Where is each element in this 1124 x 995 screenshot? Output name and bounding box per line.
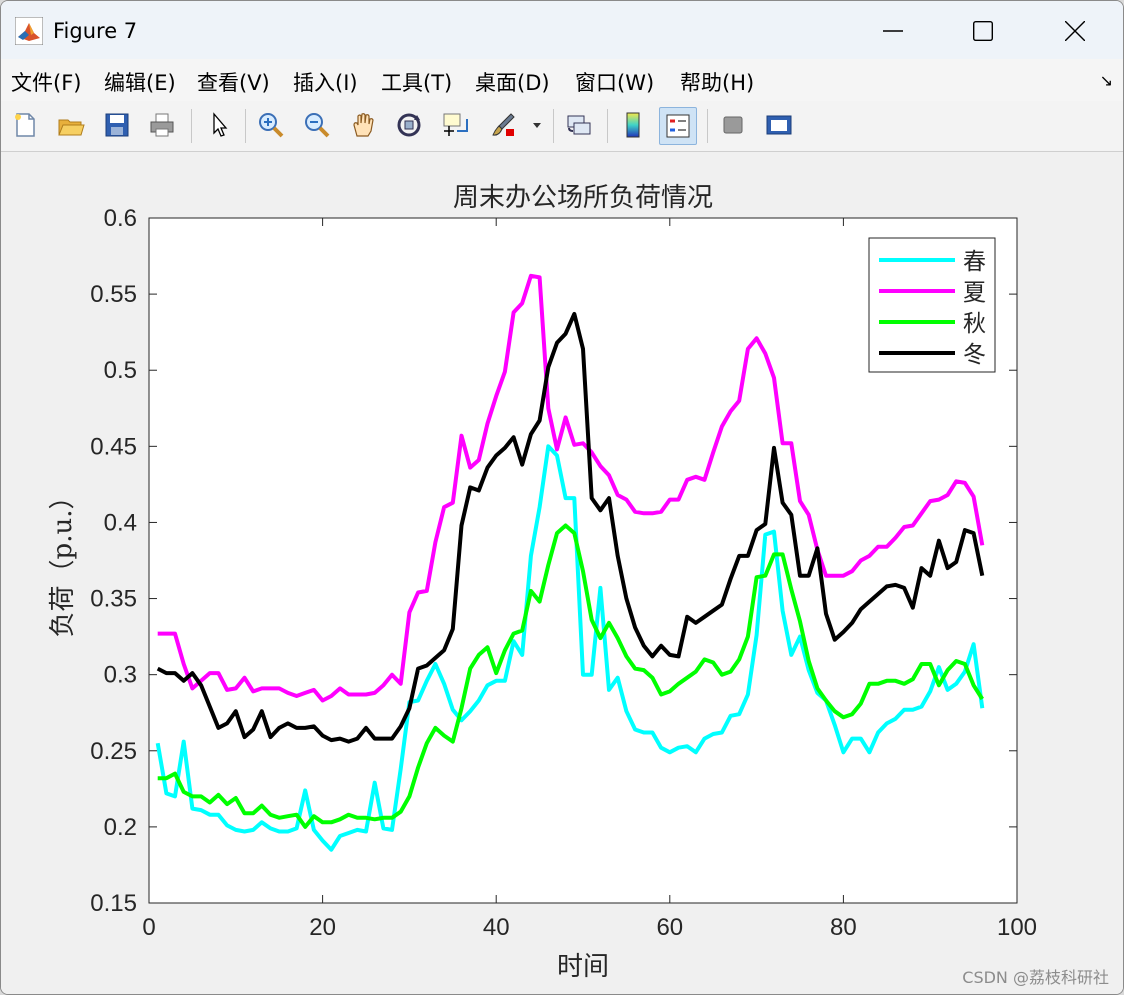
minimize-button[interactable] [873, 13, 913, 49]
chart-title: 周末办公场所负荷情况 [453, 183, 713, 213]
x-tick-label: 20 [309, 914, 336, 941]
title-bar: Figure 7 [1, 1, 1123, 59]
line-chart[interactable]: 0 20 40 60 80 100 0.15 0.2 0.25 0.3 0.35 0.4 0.45 0.5… [1, 152, 1123, 994]
zoom-out-icon[interactable] [299, 107, 335, 143]
menu-insert[interactable]: 插入(I) [293, 67, 358, 97]
hide-plot-tools-icon[interactable] [715, 107, 751, 143]
menu-bar: 文件(F) 编辑(E) 查看(V) 插入(I) 工具(T) 桌面(D) 窗口(W… [1, 59, 1123, 102]
data-cursor-icon[interactable] [437, 107, 473, 143]
figure-window: Figure 7 文件(F) 编辑(E) 查看(V) 插入(I) 工具(T) 桌… [0, 0, 1124, 995]
y-tick-label: 0.55 [90, 281, 137, 308]
menu-edit[interactable]: 编辑(E) [104, 67, 176, 97]
x-tick-label: 0 [142, 914, 155, 941]
legend-icon[interactable] [659, 107, 697, 145]
y-tick-label: 0.3 [104, 662, 137, 689]
x-tick-label: 40 [483, 914, 510, 941]
menu-help[interactable]: 帮助(H) [680, 67, 754, 97]
save-icon[interactable] [99, 107, 135, 143]
legend-label-4: 冬 [963, 342, 986, 368]
colorbar-icon[interactable] [615, 107, 651, 143]
y-tick-label: 0.15 [90, 890, 137, 917]
figure-canvas: 0 20 40 60 80 100 0.15 0.2 0.25 0.3 0.35 0.4 0.45 0.5… [1, 152, 1123, 994]
legend-label-2: 夏 [963, 280, 986, 306]
maximize-button[interactable] [963, 13, 1003, 49]
y-tick-label: 0.4 [104, 509, 137, 536]
y-tick-label: 0.25 [90, 738, 137, 765]
y-tick-label: 0.6 [104, 205, 137, 232]
new-figure-icon[interactable] [7, 107, 43, 143]
y-axis-label: 负荷（p.u.） [48, 484, 78, 638]
menu-window[interactable]: 窗口(W) [575, 67, 654, 97]
x-tick-label: 100 [997, 914, 1037, 941]
y-tick-label: 0.45 [90, 433, 137, 460]
x-axis-label: 时间 [557, 952, 609, 982]
menu-tools[interactable]: 工具(T) [381, 67, 452, 97]
close-button[interactable] [1055, 13, 1095, 49]
menu-desktop[interactable]: 桌面(D) [475, 67, 550, 97]
menu-view[interactable]: 查看(V) [197, 67, 270, 97]
zoom-in-icon[interactable] [253, 107, 289, 143]
link-plot-icon[interactable] [561, 107, 597, 143]
expand-arrow-icon[interactable]: ↘ [1100, 71, 1113, 90]
legend-label-3: 秋 [963, 311, 986, 337]
show-plot-tools-icon[interactable] [761, 107, 797, 143]
open-file-icon[interactable] [53, 107, 89, 143]
rotate-3d-icon[interactable] [391, 107, 427, 143]
print-icon[interactable] [144, 107, 180, 143]
x-tick-label: 60 [656, 914, 683, 941]
y-tick-label: 0.2 [104, 814, 137, 841]
pan-icon[interactable] [345, 107, 381, 143]
matlab-logo-icon [14, 16, 44, 46]
pointer-icon[interactable] [201, 107, 237, 143]
brush-dropdown-icon[interactable] [527, 107, 547, 143]
figure-toolbar [1, 101, 1123, 152]
brush-icon[interactable] [485, 107, 521, 143]
watermark-text: CSDN @荔枝科研社 [962, 968, 1109, 987]
legend-label-1: 春 [963, 249, 986, 275]
menu-file[interactable]: 文件(F) [11, 67, 81, 97]
y-tick-label: 0.35 [90, 586, 137, 613]
window-title: Figure 7 [53, 19, 138, 43]
x-tick-label: 80 [830, 914, 857, 941]
y-tick-label: 0.5 [104, 357, 137, 384]
